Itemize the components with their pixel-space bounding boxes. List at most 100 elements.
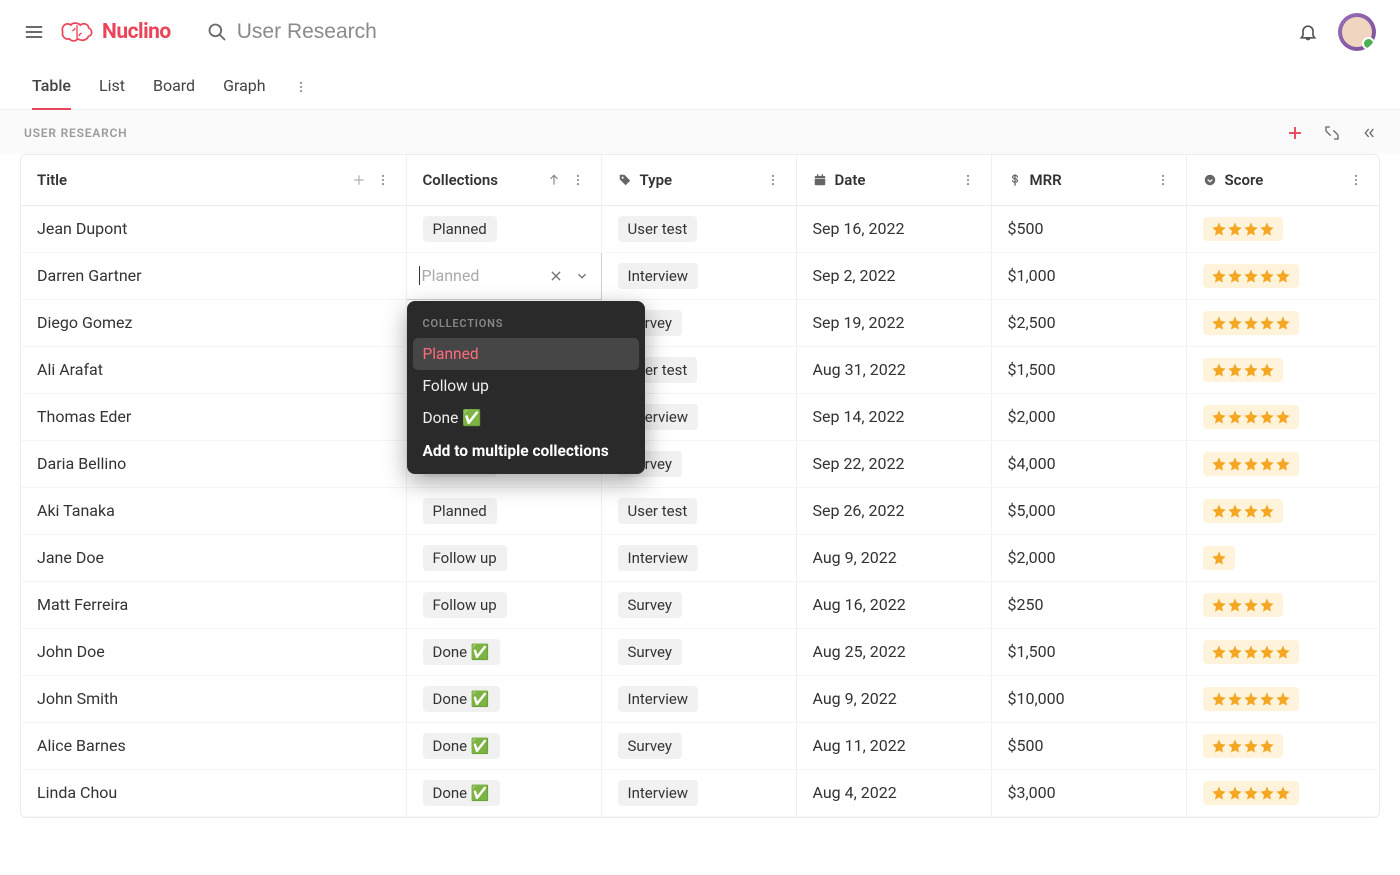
cell-collection[interactable]: Planned (406, 205, 601, 252)
cell-mrr[interactable]: $1,000 (991, 252, 1186, 299)
cell-collection[interactable]: Follow up (406, 534, 601, 581)
tab-list[interactable]: List (99, 64, 125, 110)
table-row[interactable]: Linda Chou Done ✅ Interview Aug 4, 2022$3,0… (21, 769, 1379, 816)
cell-date[interactable]: Aug 9, 2022 (796, 534, 991, 581)
search-input[interactable] (237, 20, 637, 44)
col-menu-icon[interactable] (961, 173, 975, 187)
add-column-icon[interactable] (352, 173, 366, 187)
cell-title[interactable]: Jane Doe (21, 534, 406, 581)
cell-type[interactable]: Interview (601, 769, 796, 816)
cell-title[interactable]: Alice Barnes (21, 722, 406, 769)
cell-mrr[interactable]: $2,000 (991, 393, 1186, 440)
table-row[interactable]: Thomas EderPlannedInterviewSep 14, 2022$… (21, 393, 1379, 440)
table-row[interactable]: Jean DupontPlannedUser testSep 16, 2022$… (21, 205, 1379, 252)
cell-mrr[interactable]: $4,000 (991, 440, 1186, 487)
tab-table[interactable]: Table (32, 64, 71, 110)
cell-score[interactable] (1186, 581, 1379, 628)
cell-mrr[interactable]: $250 (991, 581, 1186, 628)
dropdown-item-planned[interactable]: Planned (413, 338, 639, 370)
cell-title[interactable]: Daria Bellino (21, 440, 406, 487)
cell-date[interactable]: Aug 11, 2022 (796, 722, 991, 769)
cell-type[interactable]: Survey (601, 581, 796, 628)
collection-pill[interactable]: Done ✅ (423, 780, 500, 806)
cell-mrr[interactable]: $2,500 (991, 299, 1186, 346)
cell-mrr[interactable]: $2,000 (991, 534, 1186, 581)
cell-score[interactable] (1186, 393, 1379, 440)
clear-icon[interactable] (549, 269, 563, 283)
cell-score[interactable] (1186, 205, 1379, 252)
type-pill[interactable]: Survey (618, 639, 683, 665)
cell-mrr[interactable]: $1,500 (991, 346, 1186, 393)
col-header-type[interactable]: Type (601, 155, 796, 205)
table-row[interactable]: Alice BarnesDone ✅SurveyAug 11, 2022$500 (21, 722, 1379, 769)
cell-title[interactable]: Matt Ferreira (21, 581, 406, 628)
bell-icon[interactable] (1298, 22, 1318, 42)
cell-title[interactable]: Diego Gomez (21, 299, 406, 346)
cell-collection[interactable]: Done ✅ (406, 628, 601, 675)
cell-date[interactable]: Sep 19, 2022 (796, 299, 991, 346)
cell-date[interactable]: Sep 22, 2022 (796, 440, 991, 487)
collection-pill[interactable]: Planned (423, 216, 497, 242)
tab-board[interactable]: Board (153, 64, 195, 110)
dropdown-add-multiple[interactable]: Add to multiple collections (413, 434, 639, 464)
col-header-score[interactable]: Score (1186, 155, 1379, 205)
cell-score[interactable] (1186, 722, 1379, 769)
table-row[interactable]: Darren GartnerPlannedCOLLECTIONSPlannedF… (21, 252, 1379, 299)
collection-pill[interactable]: Done ✅ (423, 639, 500, 665)
type-pill[interactable]: Survey (618, 592, 683, 618)
cell-mrr[interactable]: $10,000 (991, 675, 1186, 722)
cell-score[interactable] (1186, 628, 1379, 675)
cell-score[interactable] (1186, 769, 1379, 816)
table-row[interactable]: Diego GomezPlannedSurveySep 19, 2022$2,5… (21, 299, 1379, 346)
chevron-down-icon[interactable] (575, 269, 589, 283)
cell-type[interactable]: User test (601, 487, 796, 534)
cell-title[interactable]: Thomas Eder (21, 393, 406, 440)
type-pill[interactable]: Interview (618, 263, 699, 289)
table-row[interactable]: John DoeDone ✅SurveyAug 25, 2022$1,500 (21, 628, 1379, 675)
cell-date[interactable]: Aug 4, 2022 (796, 769, 991, 816)
avatar[interactable] (1338, 13, 1376, 51)
cell-score[interactable] (1186, 252, 1379, 299)
cell-mrr[interactable]: $5,000 (991, 487, 1186, 534)
col-header-date[interactable]: Date (796, 155, 991, 205)
cell-title[interactable]: John Smith (21, 675, 406, 722)
cell-score[interactable] (1186, 675, 1379, 722)
expand-icon[interactable] (1324, 125, 1340, 141)
collection-pill[interactable]: Planned (423, 498, 497, 524)
cell-date[interactable]: Aug 9, 2022 (796, 675, 991, 722)
search-icon[interactable] (207, 22, 227, 42)
cell-date[interactable]: Sep 14, 2022 (796, 393, 991, 440)
cell-type[interactable]: Interview (601, 534, 796, 581)
col-menu-icon[interactable] (1349, 173, 1363, 187)
dropdown-item-followup[interactable]: Follow up (413, 370, 639, 402)
cell-mrr[interactable]: $500 (991, 205, 1186, 252)
cell-date[interactable]: Sep 16, 2022 (796, 205, 991, 252)
cell-mrr[interactable]: $3,000 (991, 769, 1186, 816)
dropdown-item-done[interactable]: Done ✅ (413, 402, 639, 434)
cell-date[interactable]: Aug 25, 2022 (796, 628, 991, 675)
cell-mrr[interactable]: $1,500 (991, 628, 1186, 675)
cell-collection[interactable]: Planned (406, 487, 601, 534)
cell-collection[interactable]: Done ✅ (406, 722, 601, 769)
cell-mrr[interactable]: $500 (991, 722, 1186, 769)
col-menu-icon[interactable] (571, 173, 585, 187)
cell-collection[interactable]: Done ✅ (406, 675, 601, 722)
cell-score[interactable] (1186, 487, 1379, 534)
collapse-panel-icon[interactable] (1360, 125, 1376, 141)
table-row[interactable]: John Smith Done ✅ InterviewAug 9, 2022$10,… (21, 675, 1379, 722)
col-header-collections[interactable]: Collections (406, 155, 601, 205)
cell-type[interactable]: Interview (601, 252, 796, 299)
type-pill[interactable]: Interview (618, 545, 699, 571)
collection-pill[interactable]: Follow up (423, 592, 507, 618)
collection-pill[interactable]: Done ✅ (423, 686, 500, 712)
cell-type[interactable]: User test (601, 205, 796, 252)
table-row[interactable]: Aki TanakaPlannedUser testSep 26, 2022$5… (21, 487, 1379, 534)
cell-title[interactable]: Linda Chou (21, 769, 406, 816)
cell-type[interactable]: Interview (601, 675, 796, 722)
cell-collection[interactable]: Done ✅ (406, 769, 601, 816)
type-pill[interactable]: Interview (618, 780, 699, 806)
type-pill[interactable]: User test (618, 216, 698, 242)
cell-title[interactable]: Darren Gartner (21, 252, 406, 299)
cell-score[interactable] (1186, 346, 1379, 393)
col-menu-icon[interactable] (376, 173, 390, 187)
